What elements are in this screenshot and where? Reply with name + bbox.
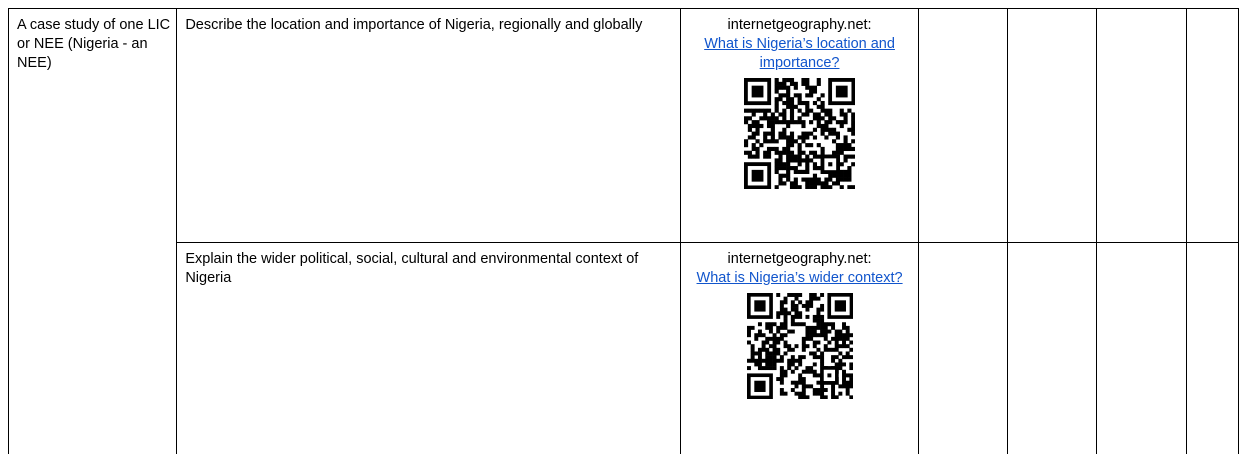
topic-cell: A case study of one LIC or NEE (Nigeria …	[7, 8, 178, 454]
qr-code-icon[interactable]	[744, 78, 856, 189]
empty-cell	[917, 242, 1008, 454]
resource-link[interactable]: What is Nigeria’s wider context?	[689, 269, 910, 288]
resource-cell: internetgeography.net: What is Nigeria’s…	[680, 8, 919, 243]
empty-cell	[1096, 242, 1188, 454]
empty-cell	[1096, 8, 1188, 243]
description-text: Describe the location and importance of …	[185, 17, 643, 33]
curriculum-table-container: A case study of one LIC or NEE (Nigeria …	[7, 8, 1239, 454]
description-cell: Explain the wider political, social, cul…	[176, 242, 682, 454]
resource-link[interactable]: What is Nigeria’s location and importanc…	[689, 35, 910, 73]
topic-text: A case study of one LIC or NEE (Nigeria …	[17, 17, 171, 71]
empty-cell	[917, 8, 1008, 243]
qr-code-icon[interactable]	[746, 293, 853, 399]
curriculum-table: A case study of one LIC or NEE (Nigeria …	[7, 8, 1239, 454]
resource-source: internetgeography.net:	[727, 17, 872, 33]
empty-cell	[1186, 8, 1239, 243]
description-text: Explain the wider political, social, cul…	[185, 251, 639, 286]
description-cell: Describe the location and importance of …	[176, 8, 682, 243]
table-row: Explain the wider political, social, cul…	[9, 242, 1239, 454]
empty-cell	[1186, 242, 1239, 454]
table-row: A case study of one LIC or NEE (Nigeria …	[7, 8, 1239, 454]
resource-source: internetgeography.net:	[727, 251, 872, 267]
empty-cell	[1006, 242, 1098, 454]
empty-cell	[1006, 8, 1098, 243]
resource-cell: internetgeography.net: What is Nigeria’s…	[680, 242, 919, 454]
